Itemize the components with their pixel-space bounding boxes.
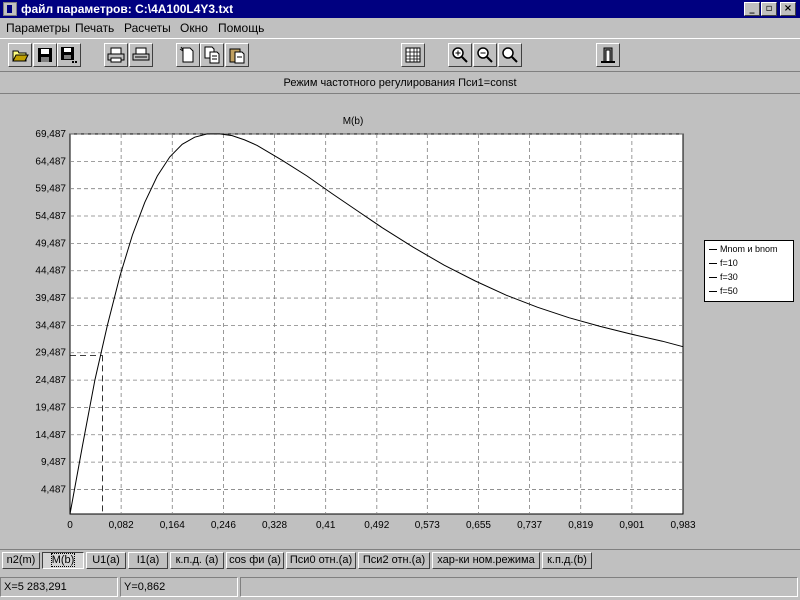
legend-item: f=30	[709, 272, 738, 282]
x-tick-label: 0,246	[211, 520, 236, 531]
menu-window[interactable]: Окно	[180, 21, 208, 35]
x-tick-label: 0,819	[568, 520, 593, 531]
legend-item: Mnom и bnom	[709, 244, 778, 254]
tab-psi2-a[interactable]: Пси2 отн.(a)	[358, 552, 430, 569]
exit-icon[interactable]	[596, 43, 620, 67]
y-tick-label: 19,487	[35, 402, 66, 413]
graph-tabs: n2(m) M(b) U1(a) I1(a) к.п.д. (a) cos фи…	[0, 549, 800, 571]
x-tick-label: 0,164	[160, 520, 185, 531]
x-tick-labels: 0 0,082 0,164 0,246 0,328 0,41 0,492 0,573 0,655…	[67, 520, 696, 531]
open-icon[interactable]	[8, 43, 32, 67]
print-setup-icon[interactable]	[129, 43, 153, 67]
chart-title: M(b)	[343, 116, 364, 127]
menu-bar: Параметры Печать Расчеты Окно Помощь	[0, 18, 800, 38]
x-tick-label: 0,082	[109, 520, 134, 531]
status-bar: X=5 283,291 Y=0,862	[0, 574, 800, 600]
zoom-out-icon[interactable]	[473, 43, 497, 67]
mode-title-bar: Режим частотного регулирования Пси1=cons…	[0, 72, 800, 94]
y-coordinate-readout: Y=0,862	[120, 577, 238, 597]
window-title: файл параметров: C:\4A100L4Y3.txt	[21, 2, 234, 16]
y-tick-label: 24,487	[35, 375, 66, 386]
maximize-button[interactable]: ▫	[761, 2, 777, 16]
chart-area: 4,487 9,487 14,487 19,487 24,487 29,487 34,487…	[0, 96, 800, 548]
save-all-icon[interactable]	[57, 43, 81, 67]
tab-u1-a[interactable]: U1(a)	[86, 552, 126, 569]
zoom-fit-icon[interactable]	[498, 43, 522, 67]
y-tick-label: 4,487	[41, 484, 66, 495]
y-tick-label: 34,487	[35, 320, 66, 331]
x-tick-label: 0,983	[670, 520, 695, 531]
menu-print[interactable]: Печать	[75, 21, 114, 35]
y-tick-labels: 4,487 9,487 14,487 19,487 24,487 29,487 34,487…	[35, 129, 66, 495]
y-tick-label: 69,487	[35, 129, 66, 140]
menu-help[interactable]: Помощь	[218, 21, 264, 35]
minimize-button[interactable]: _	[744, 2, 760, 16]
legend-item: f=10	[709, 258, 738, 268]
menu-calculations[interactable]: Расчеты	[124, 21, 171, 35]
x-tick-label: 0,573	[415, 520, 440, 531]
tab-n2-m[interactable]: n2(m)	[2, 552, 40, 569]
x-tick-label: 0,737	[517, 520, 542, 531]
tab-cos-phi-a[interactable]: cos фи (a)	[226, 552, 284, 569]
x-tick-label: 0,328	[262, 520, 287, 531]
y-tick-label: 59,487	[35, 184, 66, 195]
toolbar	[0, 38, 800, 72]
x-tick-label: 0,655	[466, 520, 491, 531]
y-tick-label: 14,487	[35, 430, 66, 441]
y-tick-label: 44,487	[35, 266, 66, 277]
close-button[interactable]: ×	[780, 2, 796, 16]
tab-m-b[interactable]: M(b)	[42, 552, 84, 569]
y-tick-label: 49,487	[35, 238, 66, 249]
paste-doc-icon[interactable]	[225, 43, 249, 67]
status-panel	[240, 577, 798, 597]
legend-item: f=50	[709, 286, 738, 296]
menu-parameters[interactable]: Параметры	[6, 21, 70, 35]
tab-psi0-a[interactable]: Пси0 отн.(a)	[286, 552, 356, 569]
y-tick-label: 39,487	[35, 293, 66, 304]
chart-legend: Mnom и bnom f=10 f=30 f=50	[704, 240, 794, 302]
print-icon[interactable]	[104, 43, 128, 67]
mode-title: Режим частотного регулирования Пси1=cons…	[283, 77, 517, 89]
x-tick-label: 0,901	[619, 520, 644, 531]
save-icon[interactable]	[33, 43, 57, 67]
tab-efficiency-b[interactable]: к.п.д.(b)	[542, 552, 592, 569]
x-tick-label: 0,492	[364, 520, 389, 531]
title-bar: файл параметров: C:\4A100L4Y3.txt _ ▫ ×	[0, 0, 800, 18]
tab-i1-a[interactable]: I1(a)	[128, 552, 168, 569]
app-icon[interactable]	[3, 2, 17, 16]
x-tick-label: 0,41	[316, 520, 336, 531]
tab-efficiency-a[interactable]: к.п.д. (a)	[170, 552, 224, 569]
x-coordinate-readout: X=5 283,291	[0, 577, 118, 597]
y-tick-label: 64,487	[35, 156, 66, 167]
x-tick-label: 0	[67, 520, 73, 531]
y-tick-label: 54,487	[35, 211, 66, 222]
y-tick-label: 29,487	[35, 348, 66, 359]
chart-svg: 4,487 9,487 14,487 19,487 24,487 29,487 34,487…	[35, 116, 696, 531]
y-tick-label: 9,487	[41, 457, 66, 468]
copy-doc-icon[interactable]	[200, 43, 224, 67]
zoom-in-icon[interactable]	[448, 43, 472, 67]
new-doc-icon[interactable]	[176, 43, 200, 67]
grid-icon[interactable]	[401, 43, 425, 67]
tab-nominal-mode[interactable]: хар-ки ном.режима	[432, 552, 540, 569]
